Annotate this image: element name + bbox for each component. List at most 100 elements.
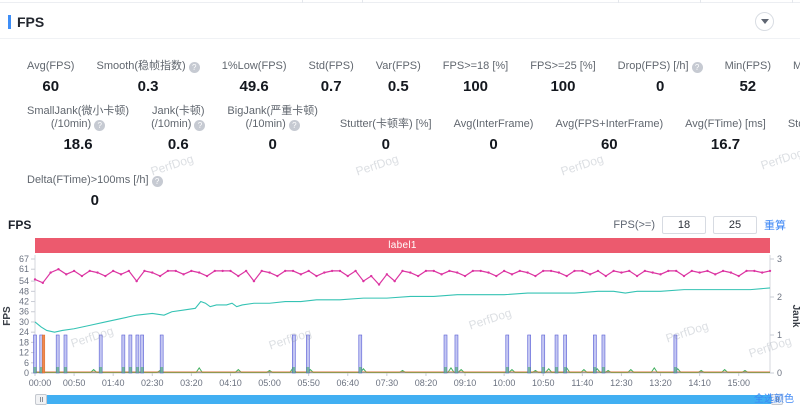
svg-text:0: 0: [777, 368, 782, 378]
svg-text:09:10: 09:10: [454, 378, 477, 388]
select-all-colors-link[interactable]: 全选颜色: [754, 390, 794, 405]
stat-label: Delta(FTime)>100ms [/h]?: [27, 161, 163, 187]
svg-text:10:50: 10:50: [532, 378, 555, 388]
stat-value: 100: [463, 78, 489, 95]
chevron-down-icon: [760, 19, 769, 24]
section-header: FPS: [0, 3, 800, 33]
stat-label: SmallJank(微小卡顿) (/10min)?: [27, 105, 130, 131]
stat-label: Stutter(卡顿率) [%]: [339, 118, 432, 130]
perfdog-fps-report-card: FPS Avg(FPS) 60 Smooth(稳帧指数)? 0.3 1%Low(FPS)…: [0, 0, 800, 407]
stat-label: Median(FPS): [793, 60, 800, 72]
stats-row-3: Delta(FTime)>100ms [/h]? 0: [16, 161, 800, 215]
stat-item: BigJank(严重卡顿) (/10min)? 0: [216, 105, 328, 159]
svg-text:2: 2: [777, 292, 782, 302]
stat-label: Avg(FTime) [ms]: [685, 118, 766, 130]
stat-value: 60: [793, 73, 800, 101]
stat-value: 1.1: [788, 131, 800, 159]
threshold-label: FPS(>=): [613, 219, 655, 231]
svg-text:Jank: Jank: [790, 305, 800, 328]
svg-text:13:20: 13:20: [649, 378, 672, 388]
section-title: FPS: [17, 14, 45, 30]
stat-label: Min(FPS): [724, 60, 772, 72]
svg-text:42: 42: [19, 297, 29, 307]
svg-text:14:10: 14:10: [688, 378, 711, 388]
fps-jank-chart[interactable]: 67615448423630241812603210FPS Jank00:00 00…: [0, 253, 800, 391]
svg-text:00:00: 00:00: [29, 378, 52, 388]
collapse-button[interactable]: [755, 12, 774, 31]
chart-header: FPS FPS(>=) 重算: [0, 216, 800, 236]
stat-label: Std(FPS): [308, 60, 354, 72]
fps-threshold-input-1[interactable]: [662, 216, 706, 234]
stat-value: 0: [489, 136, 498, 153]
stat-label: BigJank(严重卡顿) (/10min)?: [227, 105, 318, 131]
help-icon[interactable]: ?: [188, 62, 200, 73]
stat-item: Delta(FTime)>100ms [/h]? 0: [16, 161, 174, 215]
stat-item: Avg(FTime) [ms] 16.7: [674, 105, 777, 159]
stat-value: 0.6: [167, 136, 189, 153]
stats-row-1: Avg(FPS) 60 Smooth(稳帧指数)? 0.3 1%Low(FPS) 49.6…: [16, 47, 800, 101]
svg-text:30: 30: [19, 317, 29, 327]
stat-label: FPS>=25 [%]: [530, 60, 596, 72]
stat-value: 0: [90, 192, 99, 209]
svg-text:12: 12: [19, 348, 29, 358]
stat-item: Smooth(稳帧指数)? 0.3: [85, 47, 210, 101]
help-icon[interactable]: ?: [94, 120, 106, 131]
chart-title: FPS: [8, 218, 32, 232]
svg-text:54: 54: [19, 276, 29, 286]
stat-value: 18.6: [63, 136, 93, 153]
svg-text:07:30: 07:30: [376, 378, 399, 388]
svg-text:3: 3: [777, 254, 782, 264]
svg-text:03:20: 03:20: [180, 378, 203, 388]
svg-text:05:00: 05:00: [258, 378, 281, 388]
stat-value: 0.7: [320, 78, 342, 95]
help-icon[interactable]: ?: [151, 176, 163, 187]
stat-label: Var(FPS): [375, 60, 421, 72]
stat-value: 0: [381, 136, 390, 153]
stat-label: Jank(卡顿) (/10min)?: [151, 105, 206, 131]
svg-text:18: 18: [19, 337, 29, 347]
chart-area: 67 61 54 48 42 36 30 24 18 12 6 0 3 2 1 0 FPS Jank 00:00 00…: [0, 253, 800, 391]
stats-panel: Avg(FPS) 60 Smooth(稳帧指数)? 0.3 1%Low(FPS) 49.6…: [0, 39, 800, 215]
fps-threshold-control: FPS(>=) 重算: [613, 216, 786, 234]
stat-label: FPS>=18 [%]: [442, 60, 509, 72]
svg-text:05:50: 05:50: [297, 378, 320, 388]
stat-item: Drop(FPS) [/h]? 0: [607, 47, 714, 101]
label-banner: label1: [35, 238, 770, 253]
stat-label: Smooth(稳帧指数)?: [96, 47, 200, 73]
svg-text:36: 36: [19, 307, 29, 317]
help-icon[interactable]: ?: [194, 120, 206, 131]
fps-threshold-input-2[interactable]: [713, 216, 757, 234]
svg-text:01:40: 01:40: [102, 378, 125, 388]
svg-text:67: 67: [19, 254, 29, 264]
stats-row-2: SmallJank(微小卡顿) (/10min)? 18.6 Jank(卡顿) (/10…: [16, 105, 800, 159]
stat-value: 52: [739, 78, 757, 95]
stat-item: Median(FPS)60: [782, 47, 800, 101]
recalc-link[interactable]: 重算: [764, 217, 786, 233]
scrollbar-bar[interactable]: [47, 395, 771, 404]
stat-value: 49.6: [239, 78, 269, 95]
stat-item: Avg(FPS+InterFrame) 60: [544, 105, 674, 159]
stat-value: 0: [655, 78, 665, 95]
stat-item: Stutter(卡顿率) [%] 0: [329, 105, 443, 159]
svg-text:00:50: 00:50: [63, 378, 86, 388]
svg-text:04:10: 04:10: [219, 378, 242, 388]
grip-icon: [39, 397, 43, 402]
svg-text:61: 61: [19, 264, 29, 274]
svg-text:0: 0: [24, 368, 29, 378]
help-icon[interactable]: ?: [288, 120, 300, 131]
svg-text:24: 24: [19, 327, 29, 337]
scrollbar-left-handle[interactable]: [35, 394, 47, 405]
help-icon[interactable]: ?: [691, 62, 703, 73]
stat-item: Jank(卡顿) (/10min)? 0.6: [140, 105, 216, 159]
svg-text:48: 48: [19, 286, 29, 296]
stat-item: Min(FPS) 52: [714, 47, 782, 101]
stat-item: SmallJank(微小卡顿) (/10min)? 18.6: [16, 105, 140, 159]
label-banner-text: label1: [388, 240, 417, 251]
stat-value: 0: [268, 136, 277, 153]
chart-scrollbar[interactable]: [35, 394, 783, 405]
stat-label: Avg(FPS+InterFrame): [555, 118, 664, 130]
svg-text:02:30: 02:30: [141, 378, 164, 388]
stat-item: Avg(FPS) 60: [16, 47, 85, 101]
stat-value: 0.5: [387, 78, 409, 95]
svg-text:10:00: 10:00: [493, 378, 516, 388]
